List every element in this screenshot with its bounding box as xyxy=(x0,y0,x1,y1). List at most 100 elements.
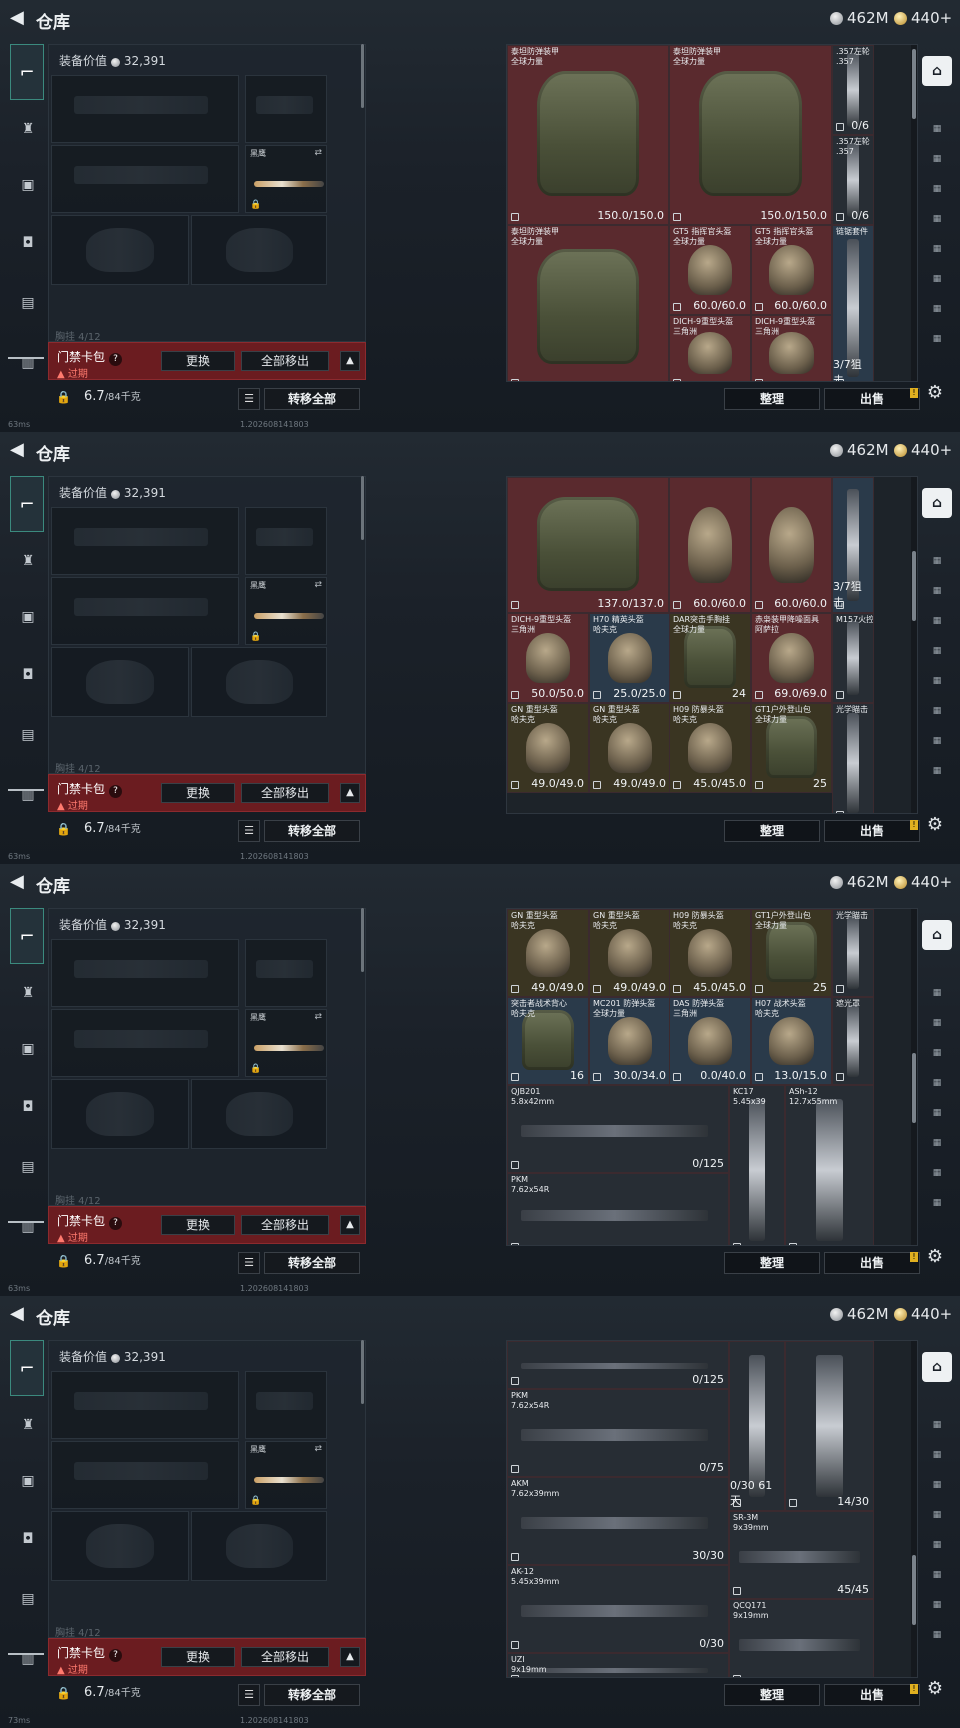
stash-tab-icon[interactable]: ▦ xyxy=(924,1594,950,1616)
transfer-all-button[interactable]: 转移全部 xyxy=(264,388,360,410)
stash-item[interactable]: DAR突击手胸挂 全球力量 24 xyxy=(669,613,751,703)
weapon-icon[interactable]: ⌐ xyxy=(10,476,44,532)
list-view-button[interactable]: ☰ xyxy=(238,1252,260,1274)
stash-tab-icon[interactable]: ▦ xyxy=(924,298,950,320)
secondary-weapon-slot[interactable] xyxy=(51,1009,239,1077)
settings-gear-icon[interactable]: ⚙ xyxy=(924,382,946,404)
stash-item[interactable]: GT5 指挥官头盔 全球力量 60.0/60.0 xyxy=(669,225,751,315)
case-icon[interactable]: ▥ xyxy=(13,1212,43,1242)
backpack-icon[interactable]: ◘ xyxy=(13,1092,43,1122)
collapse-button[interactable]: ▲ xyxy=(340,351,360,371)
helmet-slot[interactable] xyxy=(51,1079,189,1149)
armor-slot[interactable] xyxy=(191,1079,327,1149)
armor-slot[interactable] xyxy=(191,215,327,285)
stash-item[interactable]: GN 重型头盔 哈夫克 49.0/49.0 xyxy=(589,909,671,997)
swap-icon[interactable]: ⇄ xyxy=(314,1012,322,1022)
primary-weapon-slot[interactable] xyxy=(51,939,239,1007)
stash-tab-icon[interactable]: ▦ xyxy=(924,1474,950,1496)
stash-item[interactable]: 赤枭装甲降噪面具 阿萨拉 69.0/69.0 xyxy=(751,613,832,703)
secondary-weapon-slot[interactable] xyxy=(51,577,239,645)
stash-tab-icon[interactable]: ▦ xyxy=(924,1564,950,1586)
swap-icon[interactable]: ⇄ xyxy=(314,148,322,158)
stash-tab-icon[interactable]: ▦ xyxy=(924,1072,950,1094)
collapse-button[interactable]: ▲ xyxy=(340,783,360,803)
stash-scrollbar[interactable] xyxy=(911,45,917,381)
help-icon[interactable]: ? xyxy=(109,1217,123,1230)
stash-tab-icon[interactable]: ▦ xyxy=(924,580,950,602)
list-view-button[interactable]: ☰ xyxy=(238,1684,260,1706)
chest-rig-icon[interactable]: ▣ xyxy=(13,1034,43,1064)
chest-rig-icon[interactable]: ▣ xyxy=(13,170,43,200)
primary-weapon-slot[interactable] xyxy=(51,507,239,575)
melee-slot[interactable]: 黑鹰 ⇄ 🔒 xyxy=(245,577,327,645)
stash-tab-active-icon[interactable]: ⌂ xyxy=(922,1352,952,1382)
list-view-button[interactable]: ☰ xyxy=(238,820,260,842)
stash-tab-icon[interactable]: ▦ xyxy=(924,328,950,350)
stash-tab-icon[interactable]: ▦ xyxy=(924,208,950,230)
stash-tab-icon[interactable]: ▦ xyxy=(924,238,950,260)
stash-tab-icon[interactable]: ▦ xyxy=(924,1444,950,1466)
gold-currency[interactable]: 440+ xyxy=(894,1305,952,1323)
stash-item[interactable]: DICH-9重型头盔 三角洲 xyxy=(669,315,751,381)
swap-icon[interactable]: ⇄ xyxy=(314,1444,322,1454)
settings-gear-icon[interactable]: ⚙ xyxy=(924,1246,946,1268)
chest-rig-icon[interactable]: ▣ xyxy=(13,602,43,632)
sell-button[interactable]: 出售 xyxy=(824,1252,920,1274)
armor-slot[interactable] xyxy=(191,1511,327,1581)
armor-vest-icon[interactable]: ♜ xyxy=(13,546,43,576)
stash-item[interactable]: DICH-9重型头盔 三角洲 xyxy=(751,315,832,381)
pouch-icon[interactable]: ▤ xyxy=(13,1584,43,1614)
pistol-slot[interactable] xyxy=(245,507,327,575)
stash-item[interactable]: 14/30 xyxy=(785,1341,874,1511)
stash-tab-active-icon[interactable]: ⌂ xyxy=(922,920,952,950)
pistol-slot[interactable] xyxy=(245,1371,327,1439)
stash-item[interactable]: QJB201 5.8x42mm 0/125 xyxy=(507,1085,729,1173)
sell-button[interactable]: 出售 xyxy=(824,388,920,410)
stash-item[interactable]: DAS 防弹头盔 三角洲 0.0/40.0 xyxy=(669,997,751,1085)
weapon-icon[interactable]: ⌐ xyxy=(10,44,44,100)
swap-icon[interactable]: ⇄ xyxy=(314,580,322,590)
secondary-weapon-slot[interactable] xyxy=(51,1441,239,1509)
transfer-all-button[interactable]: 转移全部 xyxy=(264,1684,360,1706)
armor-vest-icon[interactable]: ♜ xyxy=(13,978,43,1008)
stash-item[interactable]: .357左轮 .357 0/6 xyxy=(832,45,874,135)
stash-item[interactable]: 光学瞄击 xyxy=(832,703,874,813)
sort-button[interactable]: 整理 xyxy=(724,820,820,842)
weapon-icon[interactable]: ⌐ xyxy=(10,908,44,964)
equipment-scrollbar[interactable] xyxy=(361,44,364,108)
stash-tab-icon[interactable]: ▦ xyxy=(924,700,950,722)
stash-item[interactable]: 光学瞄击 xyxy=(832,909,874,997)
helmet-slot[interactable] xyxy=(51,1511,189,1581)
stash-item[interactable]: 泰坦防弹装甲 全球力量 xyxy=(507,225,669,381)
stash-tab-icon[interactable]: ▦ xyxy=(924,178,950,200)
back-button[interactable]: ◀ xyxy=(10,1304,30,1324)
stash-item[interactable]: 137.0/137.0 xyxy=(507,477,669,613)
primary-weapon-slot[interactable] xyxy=(51,75,239,143)
stash-item[interactable]: GT1户外登山包 全球力量 25 xyxy=(751,909,832,997)
helmet-slot[interactable] xyxy=(51,215,189,285)
armor-slot[interactable] xyxy=(191,647,327,717)
stash-tab-icon[interactable]: ▦ xyxy=(924,118,950,140)
equipment-scrollbar[interactable] xyxy=(361,476,364,540)
back-button[interactable]: ◀ xyxy=(10,872,30,892)
help-icon[interactable]: ? xyxy=(109,1649,123,1662)
stash-tab-icon[interactable]: ▦ xyxy=(924,1162,950,1184)
stash-tab-icon[interactable]: ▦ xyxy=(924,1504,950,1526)
stash-tab-active-icon[interactable]: ⌂ xyxy=(922,56,952,86)
stash-tab-icon[interactable]: ▦ xyxy=(924,1192,950,1214)
settings-gear-icon[interactable]: ⚙ xyxy=(924,1678,946,1700)
stash-item[interactable]: 遮光罩 xyxy=(832,997,874,1085)
stash-scroll-thumb[interactable] xyxy=(912,1053,916,1123)
helmet-slot[interactable] xyxy=(51,647,189,717)
stash-tab-icon[interactable]: ▦ xyxy=(924,610,950,632)
stash-tab-icon[interactable]: ▦ xyxy=(924,1132,950,1154)
gold-currency[interactable]: 440+ xyxy=(894,873,952,891)
stash-item[interactable]: H09 防暴头盔 哈夫克 45.0/45.0 xyxy=(669,703,751,793)
stash-item[interactable]: .357左轮 .357 0/6 xyxy=(832,135,874,225)
stash-tab-icon[interactable]: ▦ xyxy=(924,148,950,170)
stash-item[interactable]: 60.0/60.0 xyxy=(751,477,832,613)
settings-gear-icon[interactable]: ⚙ xyxy=(924,814,946,836)
replace-button[interactable]: 更换 xyxy=(161,1647,235,1667)
chest-rig-icon[interactable]: ▣ xyxy=(13,1466,43,1496)
pouch-icon[interactable]: ▤ xyxy=(13,288,43,318)
